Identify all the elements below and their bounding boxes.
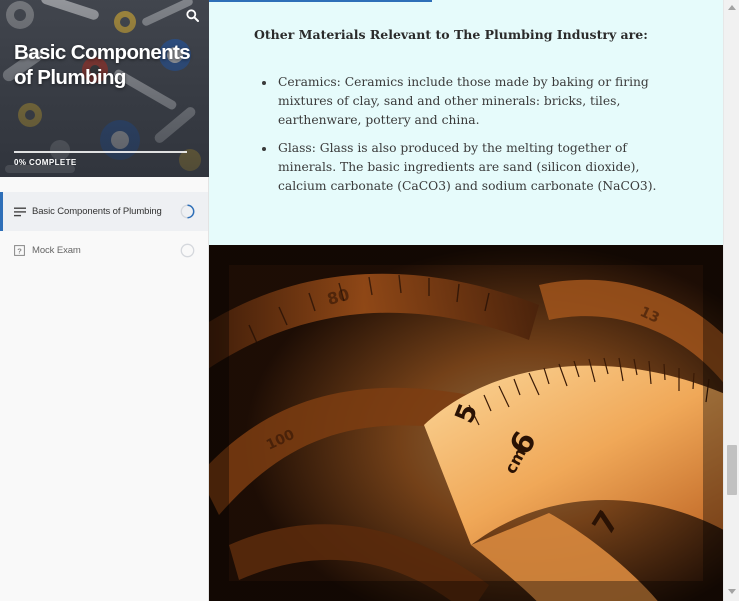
image-block: 5 6 cm 7 80 100 13 xyxy=(209,245,723,601)
course-title: Basic Components of Plumbing xyxy=(14,41,191,89)
scroll-thumb[interactable] xyxy=(727,445,737,495)
search-button[interactable] xyxy=(183,6,201,24)
in-progress-icon xyxy=(180,204,195,219)
search-icon xyxy=(185,8,199,22)
bullet-list: Ceramics: Ceramics include those made by… xyxy=(260,73,670,205)
progress-bar xyxy=(14,151,187,153)
list-item: Glass: Glass is also produced by the mel… xyxy=(260,139,670,196)
empty-circle-icon xyxy=(180,243,195,258)
svg-text:?: ? xyxy=(17,246,22,255)
scroll-down-arrow-icon[interactable] xyxy=(728,589,736,594)
text-lines-icon xyxy=(14,206,26,218)
scrollbar[interactable] xyxy=(723,0,739,601)
lesson-list: Basic Components of Plumbing ? Mock Exam xyxy=(0,192,208,270)
lesson-label: Mock Exam xyxy=(32,245,81,256)
question-box-icon: ? xyxy=(14,245,26,257)
list-item: Ceramics: Ceramics include those made by… xyxy=(260,73,670,130)
lesson-content: Other Materials Relevant to The Plumbing… xyxy=(209,0,723,601)
measuring-tape-image: 5 6 cm 7 80 100 13 xyxy=(209,245,723,601)
progress-label: 0% COMPLETE xyxy=(14,158,77,167)
scroll-up-arrow-icon[interactable] xyxy=(728,5,736,10)
lesson-item-basic-components[interactable]: Basic Components of Plumbing xyxy=(0,192,208,231)
course-sidebar: Basic Components of Plumbing 0% COMPLETE… xyxy=(0,0,209,601)
course-header: Basic Components of Plumbing 0% COMPLETE xyxy=(0,0,209,177)
lesson-item-mock-exam[interactable]: ? Mock Exam xyxy=(0,231,208,270)
section-heading: Other Materials Relevant to The Plumbing… xyxy=(254,27,648,42)
text-block: Other Materials Relevant to The Plumbing… xyxy=(209,0,723,245)
lesson-label: Basic Components of Plumbing xyxy=(32,206,162,217)
lesson-progress-line xyxy=(209,0,432,2)
